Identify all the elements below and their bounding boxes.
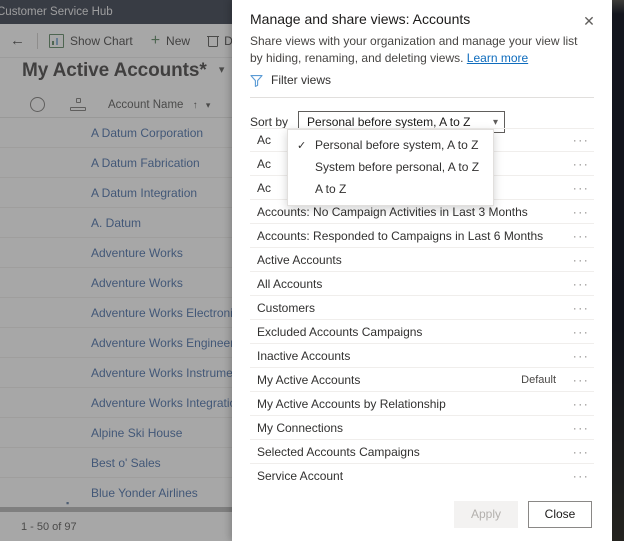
panel-divider [250, 97, 594, 98]
more-options-icon[interactable]: ··· [568, 446, 594, 458]
sort-by-value: Personal before system, A to Z [307, 115, 471, 129]
list-item[interactable]: My Connections ··· [250, 416, 594, 440]
list-item[interactable]: Accounts: Responded to Campaigns in Last… [250, 224, 594, 248]
more-options-icon[interactable]: ··· [568, 422, 594, 434]
chevron-down-icon: ▾ [492, 116, 499, 128]
more-options-icon[interactable]: ··· [568, 350, 594, 362]
more-options-icon[interactable]: ··· [568, 470, 594, 482]
list-item[interactable]: All Accounts ··· [250, 272, 594, 296]
more-options-icon[interactable]: ··· [568, 398, 594, 410]
app-root: Customer Service Hub ← Show Chart + New … [0, 0, 624, 541]
funnel-icon [250, 74, 263, 87]
view-name: Accounts: Responded to Campaigns in Last… [257, 228, 544, 243]
close-icon[interactable]: ✕ [576, 8, 602, 34]
sort-by-label: Sort by [250, 115, 289, 129]
more-options-icon[interactable]: ··· [568, 278, 594, 290]
view-name: Service Account [257, 468, 344, 483]
list-item[interactable]: Active Accounts ··· [250, 248, 594, 272]
sort-option-a-to-z[interactable]: A to Z [288, 178, 493, 200]
list-item[interactable]: Selected Accounts Campaigns ··· [250, 440, 594, 464]
list-item[interactable]: Customers ··· [250, 296, 594, 320]
more-options-icon[interactable]: ··· [568, 182, 594, 194]
sort-option-system-before-personal[interactable]: System before personal, A to Z [288, 156, 493, 178]
view-name: Customers [257, 300, 316, 315]
sort-option-personal-before-system[interactable]: ✓ Personal before system, A to Z [288, 134, 493, 156]
sort-option-label: Personal before system, A to Z [315, 138, 479, 152]
panel-footer: Apply Close [232, 487, 612, 541]
view-name: My Active Accounts [257, 372, 361, 387]
more-options-icon[interactable]: ··· [568, 302, 594, 314]
more-options-icon[interactable]: ··· [568, 230, 594, 242]
more-options-icon[interactable]: ··· [568, 134, 594, 146]
more-options-icon[interactable]: ··· [568, 206, 594, 218]
list-item[interactable]: My Active Accounts Default ··· [250, 368, 594, 392]
filter-views-button[interactable]: Filter views [250, 73, 331, 87]
window-right-edge [612, 0, 624, 541]
more-options-icon[interactable]: ··· [568, 254, 594, 266]
list-item[interactable]: My Active Accounts by Relationship ··· [250, 392, 594, 416]
view-name: All Accounts [257, 276, 323, 291]
view-name: My Connections [257, 420, 344, 435]
sort-by-dropdown-menu[interactable]: ✓ Personal before system, A to Z System … [287, 129, 494, 206]
list-item[interactable]: Service Account ··· [250, 464, 594, 488]
panel-description: Share views with your organization and m… [250, 33, 592, 67]
view-name: Inactive Accounts [257, 348, 351, 363]
list-item[interactable]: Excluded Accounts Campaigns ··· [250, 320, 594, 344]
default-badge: Default [521, 373, 556, 386]
list-item[interactable]: Inactive Accounts ··· [250, 344, 594, 368]
filter-views-label: Filter views [271, 73, 332, 87]
panel-title: Manage and share views: Accounts [250, 11, 471, 27]
view-name: Excluded Accounts Campaigns [257, 324, 423, 339]
panel-description-text: Share views with your organization and m… [250, 34, 578, 65]
more-options-icon[interactable]: ··· [568, 158, 594, 170]
view-name: Accounts: No Campaign Activities in Last… [257, 204, 528, 219]
learn-more-link[interactable]: Learn more [467, 51, 528, 65]
window-right-edge-shade [612, 0, 624, 541]
sort-option-label: A to Z [315, 182, 347, 196]
sort-option-label: System before personal, A to Z [315, 160, 480, 174]
check-icon: ✓ [297, 139, 307, 152]
close-button[interactable]: Close [528, 500, 592, 528]
apply-button[interactable]: Apply [454, 500, 518, 528]
view-name: My Active Accounts by Relationship [257, 396, 446, 411]
more-options-icon[interactable]: ··· [568, 374, 594, 386]
view-name: Active Accounts [257, 252, 342, 267]
more-options-icon[interactable]: ··· [568, 326, 594, 338]
manage-views-panel: Manage and share views: Accounts ✕ Share… [232, 0, 612, 541]
view-name: Selected Accounts Campaigns [257, 444, 420, 459]
